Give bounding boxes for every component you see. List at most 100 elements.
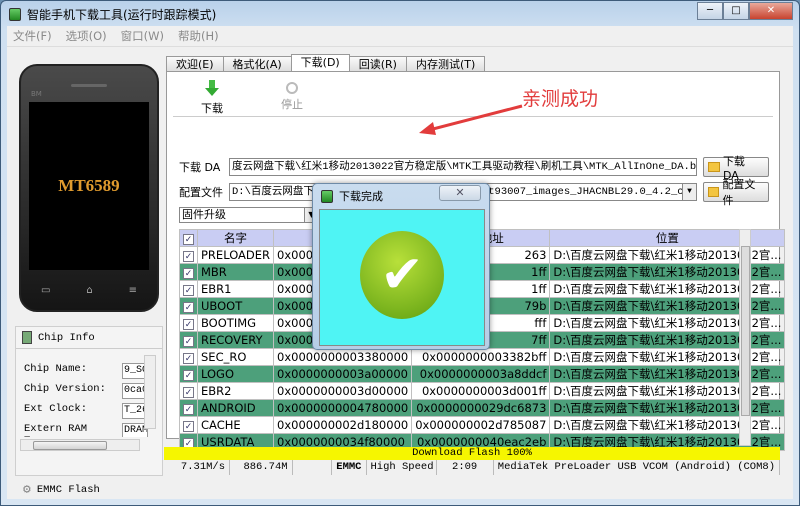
chevron-down-icon: ▼ — [682, 184, 696, 200]
download-label: 下载 — [201, 102, 223, 115]
left-panel: BM MT6589 ▭ ⌂ ≡ Chip Info Chip Name: 9_SO C… — [13, 54, 163, 497]
menu-help[interactable]: 帮助(H) — [178, 28, 219, 44]
chip-vertical-scrollbar[interactable] — [144, 355, 156, 429]
progress-bar: Download Flash 100% — [164, 447, 780, 460]
status-storage: EMMC — [332, 460, 367, 475]
end-address: 0x0000000029dc6873 — [411, 399, 551, 417]
status-time: 2:09 — [437, 460, 494, 475]
download-arrow-icon — [205, 80, 219, 96]
partition-name: PRELOADER — [196, 246, 275, 264]
chip-version-label: Chip Version: — [24, 383, 106, 395]
folder-icon — [708, 187, 720, 197]
config-file-button[interactable]: 配置文件 — [703, 178, 769, 207]
row-checkbox[interactable]: ✓ — [179, 246, 198, 264]
select-all-checkbox[interactable]: ✓ — [179, 229, 198, 247]
table-row[interactable]: ✓ LOGO 0x0000000003a00000 0x0000000003a8… — [179, 365, 786, 383]
status-mode: High Speed — [367, 460, 437, 475]
header-name[interactable]: 名字 — [196, 229, 275, 247]
start-address: 0x000000002d180000 — [273, 416, 413, 434]
chip-info-panel: Chip Info Chip Name: 9_SO Chip Version: 0c… — [15, 326, 163, 476]
tab-format[interactable]: 格式化(A) — [222, 56, 292, 72]
download-da-button[interactable]: 下载 DA — [703, 155, 769, 182]
end-address: 0x0000000003382bff — [411, 348, 551, 366]
partition-name: LOGO — [196, 365, 275, 383]
tab-download[interactable]: 下载(D) — [290, 54, 350, 72]
dialog-title: 下载完成 — [339, 190, 383, 203]
table-row[interactable]: ✓ ANDROID 0x0000000004780000 0x000000002… — [179, 399, 786, 417]
table-row[interactable]: ✓ SEC_RO 0x0000000003380000 0x0000000003… — [179, 348, 786, 366]
checkmark-icon: ✔ — [360, 231, 444, 319]
partition-name: SEC_RO — [196, 348, 275, 366]
folder-icon — [708, 162, 720, 172]
dialog-close-button[interactable]: ✕ — [439, 185, 481, 201]
red-arrow-icon — [419, 104, 523, 135]
ram-type-label: Extern RAM Type: — [24, 423, 88, 437]
maximize-button[interactable]: □ — [723, 2, 749, 20]
chip-name-label: Chip Name: — [24, 363, 88, 375]
menu-options[interactable]: 选项(O) — [66, 28, 107, 44]
partition-name: CACHE — [196, 416, 275, 434]
tab-welcome[interactable]: 欢迎(E) — [166, 56, 224, 72]
phone-speaker — [71, 84, 107, 87]
table-row[interactable]: ✓ EBR2 0x0000000003d00000 0x0000000003d0… — [179, 382, 786, 400]
chip-model-label: MT6589 — [58, 176, 120, 195]
table-row[interactable]: ✓ CACHE 0x000000002d180000 0x000000002d7… — [179, 416, 786, 434]
end-address: 0x0000000003a8ddcf — [411, 365, 551, 383]
title-bar: 智能手机下载工具(运行时跟踪模式) — [9, 5, 216, 23]
partition-name: ANDROID — [196, 399, 275, 417]
emmc-flash-label: EMMC Flash — [36, 483, 100, 496]
close-button[interactable]: ✕ — [749, 2, 793, 20]
partition-name: UBOOT — [196, 297, 275, 315]
mode-select[interactable]: 固件升级▼ — [179, 207, 319, 223]
row-checkbox[interactable]: ✓ — [179, 382, 198, 400]
row-checkbox[interactable]: ✓ — [179, 365, 198, 383]
end-address: 0x0000000003d001ff — [411, 382, 551, 400]
da-label: 下载 DA — [179, 161, 221, 174]
menu-file[interactable]: 文件(F) — [13, 28, 52, 44]
tab-readback[interactable]: 回读(R) — [348, 56, 407, 72]
partition-name: EBR2 — [196, 382, 275, 400]
tab-bar: 欢迎(E) 格式化(A) 下载(D) 回读(R) 内存测试(T) — [166, 54, 486, 72]
partition-name: MBR — [196, 263, 275, 281]
menu-window[interactable]: 窗口(W) — [121, 28, 164, 44]
status-empty — [293, 460, 333, 475]
chip-horizontal-scrollbar[interactable] — [20, 439, 140, 451]
emmc-flash-section: ⚙ EMMC Flash — [23, 482, 100, 497]
tab-memory-test[interactable]: 内存测试(T) — [405, 56, 486, 72]
partition-name: BOOTIMG — [196, 314, 275, 332]
stop-button[interactable]: 停止 — [281, 82, 303, 112]
row-checkbox[interactable]: ✓ — [179, 263, 198, 281]
start-address: 0x0000000003d00000 — [273, 382, 413, 400]
phone-image: BM MT6589 ▭ ⌂ ≡ — [19, 64, 159, 312]
progress-text: Download Flash 100% — [412, 447, 532, 459]
start-address: 0x0000000004780000 — [273, 399, 413, 417]
app-icon — [9, 7, 21, 21]
download-complete-dialog: 下载完成 ✕ ✔ — [312, 183, 490, 350]
stop-icon — [286, 82, 298, 94]
table-scrollbar[interactable] — [739, 229, 751, 446]
start-address: 0x0000000003a00000 — [273, 365, 413, 383]
download-button[interactable]: 下载 — [201, 80, 223, 116]
row-checkbox[interactable]: ✓ — [179, 416, 198, 434]
row-checkbox[interactable]: ✓ — [179, 331, 198, 349]
da-path-input[interactable]: 度云网盘下载\红米1移动2013022官方稳定版\MTK工具驱动教程\刷机工具\… — [229, 158, 697, 176]
row-checkbox[interactable]: ✓ — [179, 297, 198, 315]
dialog-body: ✔ — [319, 209, 485, 346]
status-speed: 7.31M/s — [164, 460, 231, 475]
row-checkbox[interactable]: ✓ — [179, 348, 198, 366]
end-address: 0x000000002d785087 — [411, 416, 551, 434]
row-checkbox[interactable]: ✓ — [179, 280, 198, 298]
start-address: 0x0000000003380000 — [273, 348, 413, 366]
menu-bar: 文件(F) 选项(O) 窗口(W) 帮助(H) — [7, 26, 793, 47]
row-checkbox[interactable]: ✓ — [179, 399, 198, 417]
minimize-button[interactable]: ─ — [697, 2, 723, 20]
stop-label: 停止 — [281, 98, 303, 111]
annotation-text: 亲测成功 — [522, 88, 599, 110]
gear-icon: ⚙ — [23, 482, 31, 497]
status-port: MediaTek PreLoader USB VCOM (Android) (C… — [494, 460, 781, 475]
mode-value: 固件升级 — [182, 208, 226, 221]
chip-icon — [22, 331, 32, 344]
ext-clock-label: Ext Clock: — [24, 403, 88, 415]
row-checkbox[interactable]: ✓ — [179, 314, 198, 332]
chip-info-title: Chip Info — [38, 331, 95, 344]
